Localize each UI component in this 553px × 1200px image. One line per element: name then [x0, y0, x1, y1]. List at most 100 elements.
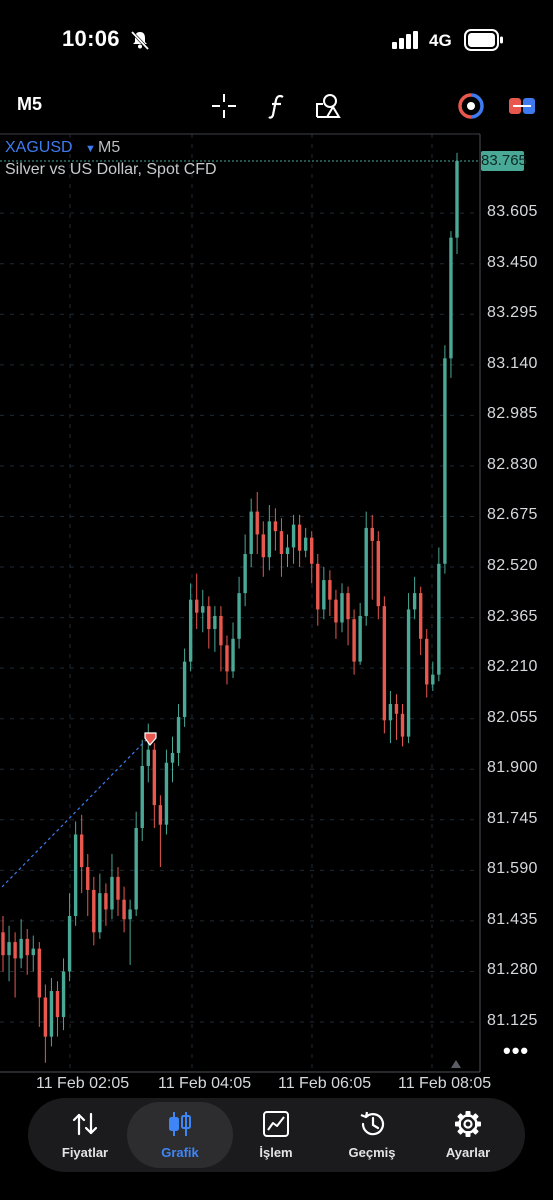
candle-body: [418, 593, 423, 639]
price-tick-label: 81.900: [487, 759, 538, 777]
candle-body: [188, 599, 193, 662]
candle-body: [98, 893, 102, 933]
candle-body: [213, 615, 217, 630]
nav-item-history[interactable]: Geçmiş: [327, 1104, 417, 1166]
candle-body: [92, 889, 96, 933]
candle-body: [255, 511, 259, 535]
current-price-tag: 83.765: [481, 151, 527, 171]
price-tick-label: 81.590: [487, 860, 538, 878]
price-tick-label: 82.055: [487, 708, 538, 726]
candle-body: [49, 991, 54, 1037]
candle-body: [449, 237, 453, 359]
candle-body: [176, 717, 181, 753]
candle-body: [340, 593, 344, 623]
nav-label-settings: Ayarlar: [445, 1145, 491, 1160]
nav-label-quotes: Fiyatlar: [61, 1145, 109, 1160]
candle-body: [322, 580, 326, 610]
candle-body: [249, 511, 253, 554]
candle-body: [370, 527, 374, 541]
candle-body: [43, 997, 48, 1037]
candle-body: [140, 765, 144, 828]
time-tick-label: 11 Feb 02:05: [36, 1075, 130, 1092]
chart-timeframe-label: M5: [98, 139, 121, 156]
candle-body: [73, 834, 78, 917]
candle-body: [231, 638, 235, 672]
candle-body: [328, 580, 332, 600]
history-icon: [360, 1111, 385, 1136]
candle-body: [55, 991, 60, 1018]
candle-body: [86, 867, 90, 890]
candle-body: [291, 524, 296, 548]
candle-body: [164, 762, 169, 825]
candle-body: [267, 521, 272, 558]
candle-body: [358, 615, 362, 662]
price-tick-label: 81.745: [487, 809, 538, 827]
candle-body: [182, 661, 187, 718]
chart-icon: [169, 1112, 191, 1136]
candle-body: [406, 609, 411, 737]
candle-body: [61, 971, 66, 1018]
symbol-description: Silver vs US Dollar, Spot CFD: [5, 161, 217, 178]
candle-body: [219, 615, 223, 646]
candle-body: [128, 909, 132, 920]
candle-body: [237, 593, 241, 639]
candle-body: [455, 161, 459, 238]
candle-body: [303, 537, 308, 551]
time-tick-label: 11 Feb 08:05: [398, 1075, 492, 1092]
candle-body: [316, 563, 320, 610]
nav-item-settings[interactable]: Ayarlar: [423, 1104, 513, 1166]
symbol-selector[interactable]: XAGUSD: [5, 139, 73, 157]
candle-body: [243, 553, 247, 594]
candle-body: [297, 524, 302, 551]
nav-label-trade: İşlem: [259, 1145, 293, 1160]
candle-body: [7, 942, 11, 956]
price-tick-label: 83.140: [487, 354, 538, 372]
price-tick-label: 81.125: [487, 1012, 538, 1029]
price-tick-label: 83.450: [487, 253, 538, 271]
candle-body: [122, 899, 126, 920]
quotes-icon: [72, 1112, 98, 1136]
candle-body: [388, 704, 393, 721]
candle-body: [346, 593, 350, 620]
price-tick-label: 82.210: [487, 658, 538, 676]
candle-body: [412, 593, 417, 610]
price-tick-label: 82.675: [487, 506, 538, 524]
time-tick-label: 11 Feb 04:05: [158, 1075, 252, 1092]
time-tick-label: 11 Feb 06:05: [278, 1075, 372, 1092]
price-tick-label: 82.985: [487, 405, 538, 423]
candle-body: [25, 938, 29, 956]
nav-item-trade[interactable]: İşlem: [231, 1104, 321, 1166]
price-tick-label: 81.435: [487, 910, 538, 928]
candle-body: [146, 749, 150, 766]
candle-body: [207, 606, 211, 630]
trade-icon: [263, 1111, 289, 1137]
candle-body: [19, 938, 23, 959]
candle-body: [394, 704, 399, 714]
candle-body: [37, 948, 42, 998]
candle-body: [400, 713, 405, 737]
candle-body: [261, 534, 265, 558]
nav-item-quotes[interactable]: Fiyatlar: [40, 1104, 130, 1166]
candle-body: [116, 876, 120, 900]
candle-body: [310, 537, 314, 564]
candle-body: [104, 893, 108, 910]
candle-body: [201, 606, 205, 613]
nav-label-history: Geçmiş: [348, 1145, 396, 1160]
more-options-icon[interactable]: •••: [503, 1038, 529, 1064]
symbol-dropdown-icon[interactable]: ▼: [85, 143, 96, 155]
candle-body: [110, 876, 114, 910]
candle-body: [352, 619, 356, 662]
candle-body: [279, 531, 284, 554]
candle-body: [382, 606, 387, 721]
candle-body: [443, 358, 447, 564]
price-tick-label: 83.295: [487, 304, 538, 322]
candle-body: [158, 805, 163, 825]
candle-body: [364, 527, 368, 616]
price-tick-label: 81.280: [487, 961, 538, 979]
price-chart[interactable]: [0, 0, 553, 1200]
candle-body: [285, 547, 290, 554]
candle-body: [13, 942, 17, 959]
candle-body: [195, 599, 199, 613]
nav-item-chart[interactable]: Grafik: [135, 1104, 225, 1166]
settings-icon: [455, 1111, 481, 1137]
